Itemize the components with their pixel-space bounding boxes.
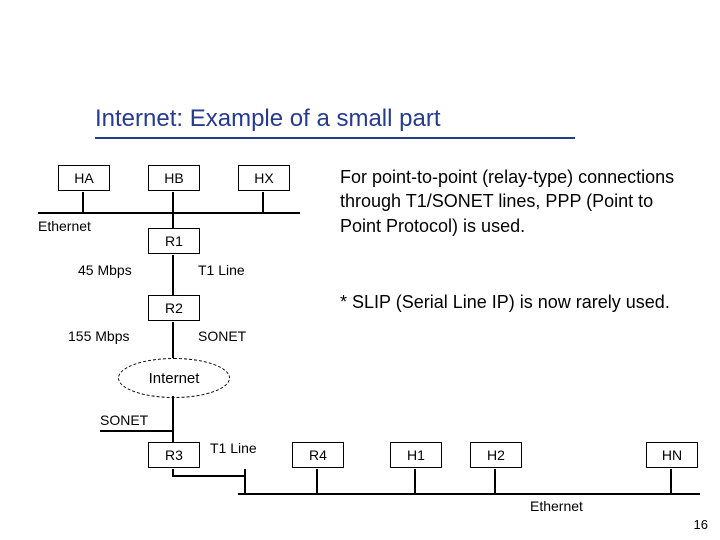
ethernet-label-bottom: Ethernet <box>530 498 583 514</box>
sonet-label-b: SONET <box>100 412 148 428</box>
node-r2: R2 <box>148 295 200 321</box>
page-number: 16 <box>694 517 708 532</box>
node-hb: HB <box>148 165 200 191</box>
ethernet-line-bottom <box>238 493 700 495</box>
tap-r3 <box>172 430 174 442</box>
internet-cloud: Internet <box>118 358 230 398</box>
stub-hb <box>172 192 174 212</box>
node-h2: H2 <box>470 442 522 468</box>
paragraph-slip: * SLIP (Serial Line IP) is now rarely us… <box>340 290 690 314</box>
rate-155: 155 Mbps <box>68 328 129 344</box>
stub-hx <box>262 192 264 212</box>
stub-hn <box>670 469 672 493</box>
page-title: Internet: Example of a small part <box>95 105 575 139</box>
stub-r4-down <box>316 469 318 493</box>
node-h1: H1 <box>390 442 442 468</box>
node-hn: HN <box>646 442 698 468</box>
link-mid-down <box>244 469 246 493</box>
node-hx: HX <box>238 165 290 191</box>
tap-r1 <box>172 214 174 228</box>
paragraph-ppp: For point-to-point (relay-type) connecti… <box>340 165 690 238</box>
stub-h2 <box>494 469 496 493</box>
ethernet-label-top: Ethernet <box>38 218 91 234</box>
t1-label-b: T1 Line <box>210 440 257 456</box>
stub-ha <box>82 192 84 212</box>
ethernet-line-top <box>38 212 300 214</box>
sonet-line <box>100 430 172 432</box>
internet-label: Internet <box>149 370 200 387</box>
node-r3: R3 <box>148 442 200 468</box>
node-ha: HA <box>58 165 110 191</box>
stub-h1 <box>414 469 416 493</box>
node-r1: R1 <box>148 228 200 254</box>
sonet-label-a: SONET <box>198 328 246 344</box>
r3-r4-link <box>172 475 244 477</box>
link-r1-r2 <box>172 255 174 295</box>
link-internet-sonet <box>172 396 174 430</box>
t1-label-a: T1 Line <box>198 262 245 278</box>
node-r4: R4 <box>292 442 344 468</box>
link-r2-internet <box>172 322 174 358</box>
rate-45: 45 Mbps <box>78 262 132 278</box>
